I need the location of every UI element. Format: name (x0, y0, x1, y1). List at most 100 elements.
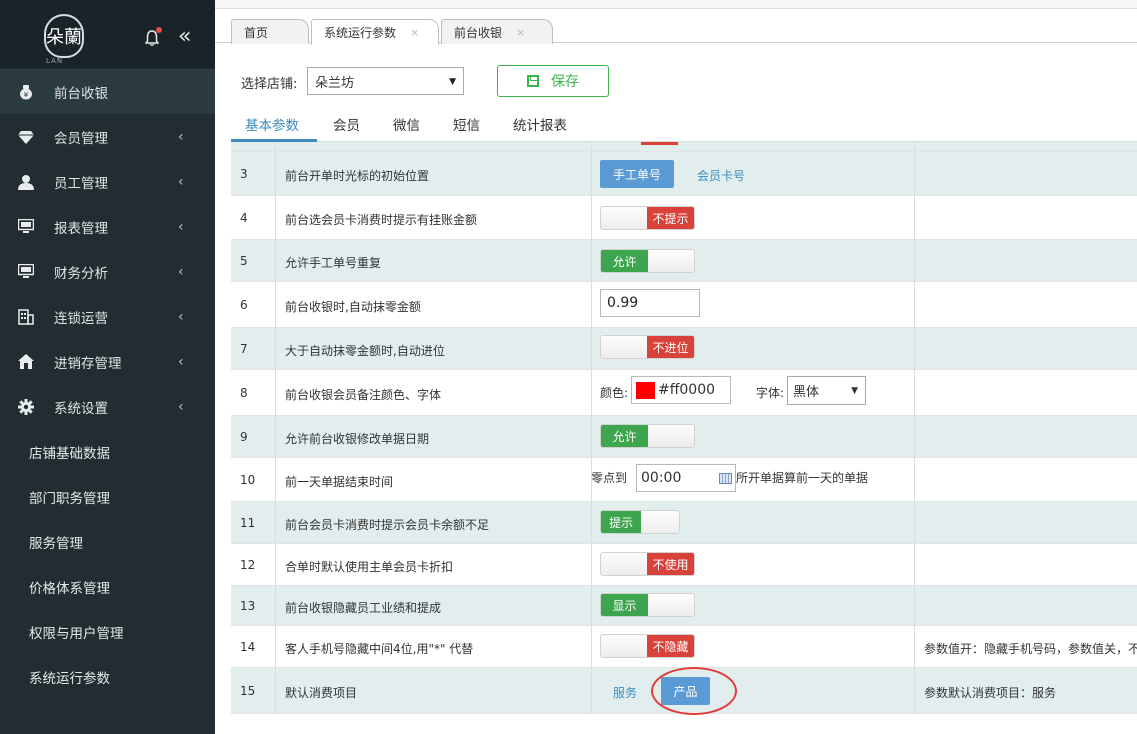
sidebar-item-label: 系统设置 (54, 400, 108, 417)
table-row (231, 142, 1137, 152)
color-swatch (636, 381, 655, 399)
column-divider (591, 142, 592, 714)
font-select[interactable]: 黑体 ▼ (787, 376, 866, 405)
notification-dot (156, 27, 162, 33)
sidebar-item-label: 进销存管理 (54, 355, 122, 372)
carry-over-toggle[interactable]: 不进位 (600, 335, 695, 359)
row-number: 10 (240, 473, 256, 487)
chevron-left-icon: ‹ (178, 218, 184, 235)
store-select[interactable]: 朵兰坊 ▼ (307, 67, 464, 95)
submenu-item-system-params[interactable]: 系统运行参数 (0, 654, 215, 699)
sidebar-item-staff[interactable]: 员工管理 ‹ (0, 159, 215, 204)
logo-area: 朵蘭 LAN « (0, 0, 215, 68)
sidebar-item-chain[interactable]: 连锁运营 ‹ (0, 294, 215, 339)
sidebar-item-finance[interactable]: 财务分析 ‹ (0, 249, 215, 294)
submenu-item-departments[interactable]: 部门职务管理 (0, 474, 215, 519)
chevron-left-icon: ‹ (178, 308, 184, 325)
sidebar-item-members[interactable]: 会员管理 ‹ (0, 114, 215, 159)
allow-duplicate-toggle[interactable]: 允许 (600, 249, 695, 273)
sidebar-item-settings[interactable]: 系统设置 ‹ (0, 384, 215, 429)
top-strip (215, 0, 1137, 9)
toggle-state: 允许 (601, 250, 648, 272)
table-row: 7 大于自动抹零金额时,自动进位 不进位 (231, 328, 1137, 370)
row-param-name: 大于自动抹零金额时,自动进位 (285, 344, 445, 358)
time-prefix-label: 零点到 (591, 471, 628, 485)
toggle-state: 不使用 (647, 553, 694, 575)
save-button[interactable]: 保存 (497, 65, 609, 97)
row-param-name: 客人手机号隐藏中间4位,用"*" 代替 (285, 642, 474, 656)
row-number: 15 (240, 684, 256, 698)
color-label: 颜色: (600, 386, 629, 400)
table-row: 13 前台收银隐藏员工业绩和提成 显示 (231, 586, 1137, 626)
submenu-item-store-data[interactable]: 店铺基础数据 (0, 429, 215, 474)
brand-logo: 朵蘭 (44, 14, 84, 58)
allow-edit-date-toggle[interactable]: 允许 (600, 424, 695, 448)
chevron-left-icon: ‹ (178, 128, 184, 145)
color-value: #ff0000 (658, 382, 716, 398)
row-number: 7 (240, 342, 248, 356)
table-row: 3 前台开单时光标的初始位置 手工单号 会员卡号 (231, 152, 1137, 196)
toggle-state: 提示 (601, 511, 641, 533)
save-button-label: 保存 (551, 74, 579, 90)
column-divider (914, 142, 915, 714)
rounding-amount-input[interactable]: 0.99 (600, 289, 700, 317)
sidebar-item-inventory[interactable]: 进销存管理 ‹ (0, 339, 215, 384)
day-end-time-input[interactable]: 00:00 (636, 464, 736, 492)
color-input[interactable]: #ff0000 (631, 376, 731, 404)
tab-sms[interactable]: 短信 (453, 114, 480, 134)
money-bag-icon: ¥ (15, 84, 37, 100)
store-select-label: 选择店铺: (241, 77, 298, 92)
prompt-credit-toggle[interactable]: 不提示 (600, 206, 695, 230)
tab-system-params[interactable]: 系统运行参数 × (311, 19, 439, 45)
font-label: 字体: (756, 386, 785, 400)
sidebar-item-cashier[interactable]: ¥ 前台收银 (0, 69, 215, 114)
sidebar-item-label: 会员管理 (54, 130, 108, 147)
row-number: 3 (240, 167, 248, 181)
caret-down-icon: ▼ (449, 77, 456, 87)
low-balance-toggle[interactable]: 提示 (600, 510, 680, 534)
close-icon[interactable]: × (516, 26, 525, 39)
row-number: 14 (240, 640, 256, 654)
chevron-left-icon: ‹ (178, 173, 184, 190)
time-suffix-label: 所开单据算前一天的单据 (736, 471, 869, 485)
notification-bell-icon[interactable] (144, 27, 162, 46)
submenu-item-permissions[interactable]: 权限与用户管理 (0, 609, 215, 654)
hide-performance-toggle[interactable]: 显示 (600, 593, 695, 617)
chevron-left-icon: ‹ (178, 353, 184, 370)
row-number: 9 (240, 430, 248, 444)
monitor-icon (15, 219, 37, 234)
toggle-state: 不进位 (647, 336, 694, 358)
row-param-name: 前台收银隐藏员工业绩和提成 (285, 601, 442, 615)
sidebar-item-reports[interactable]: 报表管理 ‹ (0, 204, 215, 249)
sidebar-item-label: 员工管理 (54, 175, 108, 192)
close-icon[interactable]: × (410, 26, 419, 39)
submenu-item-services[interactable]: 服务管理 (0, 519, 215, 564)
tab-home[interactable]: 首页 (231, 19, 309, 44)
sidebar-item-label: 报表管理 (54, 220, 108, 237)
table-row: 5 允许手工单号重复 允许 (231, 240, 1137, 282)
collapse-sidebar-icon[interactable]: « (178, 25, 191, 49)
time-value: 00:00 (641, 470, 682, 486)
tab-cashier[interactable]: 前台收银 × (441, 19, 553, 44)
submenu-item-pricing[interactable]: 价格体系管理 (0, 564, 215, 609)
member-card-option[interactable]: 会员卡号 (697, 167, 745, 184)
tab-member[interactable]: 会员 (333, 114, 360, 134)
monitor-icon (15, 264, 37, 279)
service-option[interactable]: 服务 (613, 684, 637, 701)
gear-icon (15, 398, 37, 415)
tab-basic-params[interactable]: 基本参数 (245, 114, 299, 134)
hide-phone-toggle[interactable]: 不隐藏 (600, 634, 695, 658)
row-number: 13 (240, 599, 256, 613)
font-select-value: 黑体 (793, 385, 820, 400)
toggle-state: 不隐藏 (647, 635, 694, 657)
tab-stat-reports[interactable]: 统计报表 (513, 114, 567, 134)
toggle-state: 显示 (601, 594, 648, 616)
tab-wechat[interactable]: 微信 (393, 114, 420, 134)
tab-label: 系统运行参数 (324, 26, 397, 40)
merge-discount-toggle[interactable]: 不使用 (600, 552, 695, 576)
calendar-icon[interactable] (719, 473, 732, 484)
tab-label: 前台收银 (454, 25, 503, 40)
row-param-name: 允许手工单号重复 (285, 256, 382, 270)
sidebar-item-label: 连锁运营 (54, 310, 108, 327)
manual-order-button[interactable]: 手工单号 (600, 160, 674, 188)
